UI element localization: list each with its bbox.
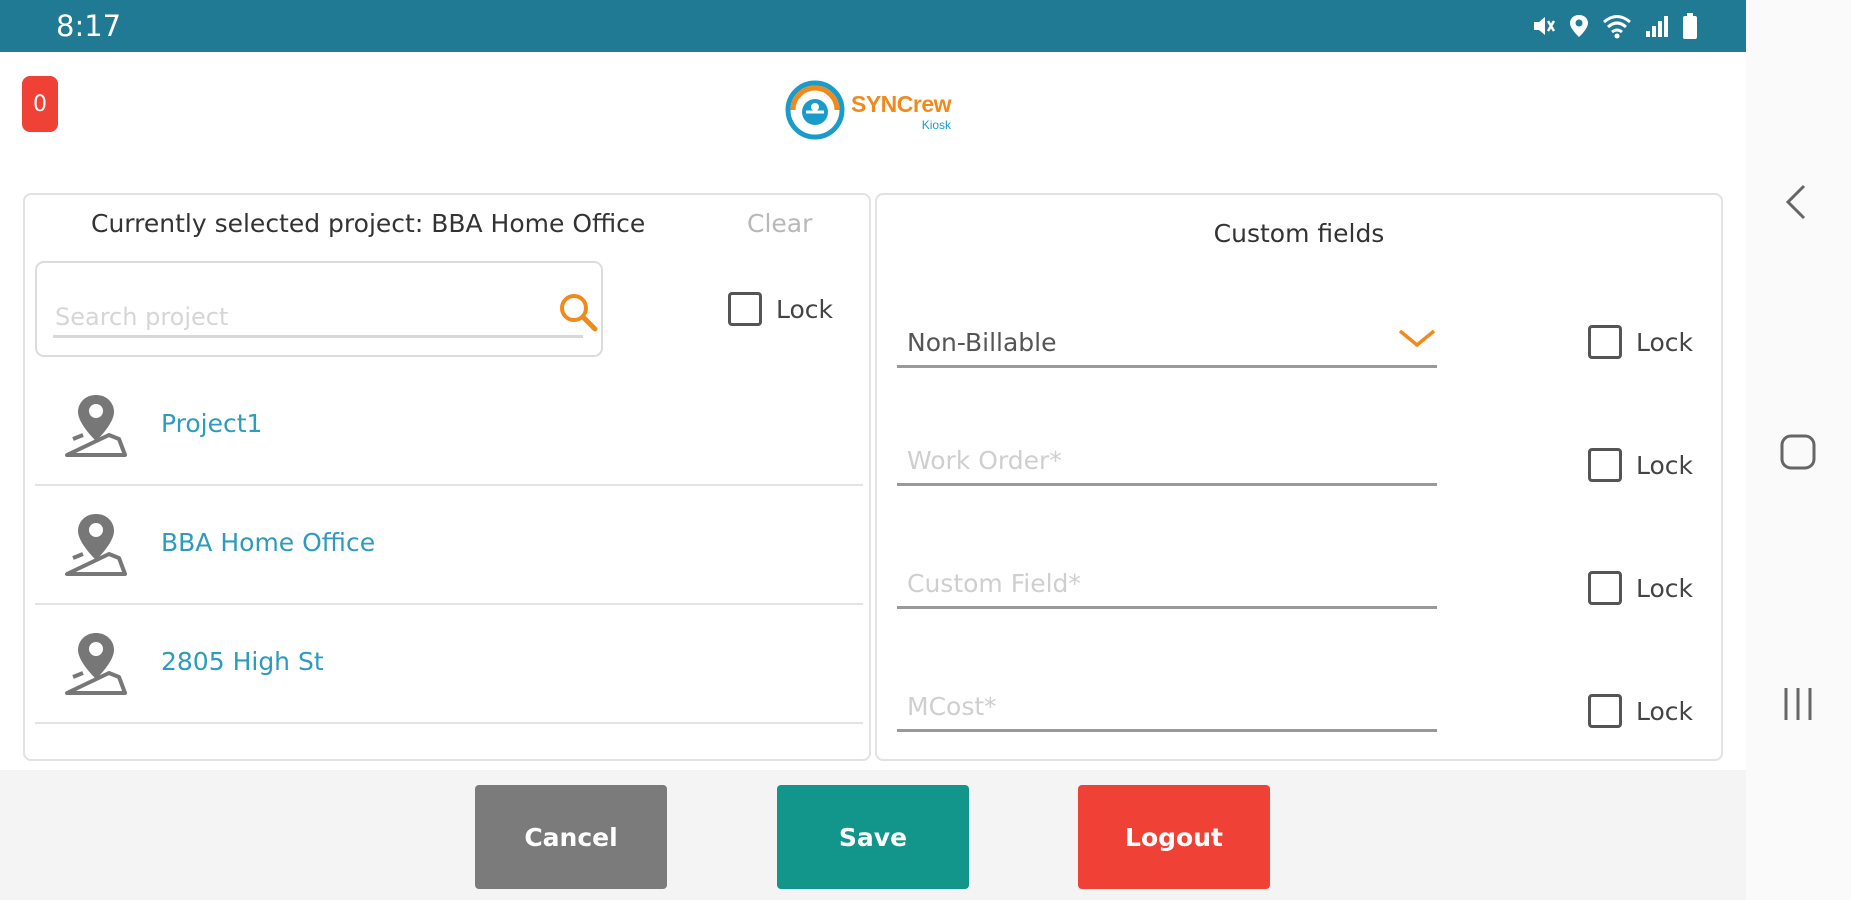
main-content: Currently selected project: BBA Home Off… — [0, 186, 1746, 770]
lock-label: Lock — [1636, 327, 1694, 357]
mcost-field[interactable]: MCost* — [897, 677, 1437, 732]
work-order-field[interactable]: Work Order* — [897, 431, 1437, 486]
project-name: 2805 High St — [161, 647, 324, 676]
cancel-button[interactable]: Cancel — [475, 785, 667, 889]
custom-fields-title: Custom fields — [1213, 219, 1385, 248]
logo-subtitle: Kiosk — [921, 118, 952, 132]
map-pin-icon — [65, 510, 127, 584]
status-time: 8:17 — [56, 9, 122, 43]
custom-field-lock-toggle[interactable]: Lock — [1588, 571, 1693, 605]
lock-label: Lock — [1636, 573, 1694, 603]
syncrew-logo: SYNCrew Kiosk — [785, 80, 952, 144]
custom-field-input[interactable]: Custom Field* — [897, 554, 1437, 609]
clear-button[interactable]: Clear — [747, 209, 812, 238]
work-order-placeholder: Work Order* — [907, 446, 1062, 475]
search-box — [35, 261, 603, 357]
project-lock-toggle[interactable]: Lock — [728, 292, 833, 326]
mcost-lock-toggle[interactable]: Lock — [1588, 694, 1693, 728]
app-header: 0 SYNCrew Kiosk — [0, 52, 1746, 186]
billable-dropdown-value: Non-Billable — [907, 328, 1057, 357]
project-list-item[interactable]: 2805 High St — [35, 605, 863, 724]
status-bar: 8:17 — [0, 0, 1746, 52]
work-order-lock-toggle[interactable]: Lock — [1588, 448, 1693, 482]
lock-label: Lock — [1636, 696, 1694, 726]
billable-lock-toggle[interactable]: Lock — [1588, 325, 1693, 359]
project-name: BBA Home Office — [161, 528, 376, 557]
project-list-item-partial[interactable] — [35, 724, 863, 747]
project-list-item[interactable]: Project1 — [35, 367, 863, 486]
billable-dropdown[interactable]: Non-Billable — [897, 313, 1437, 368]
mcost-placeholder: MCost* — [907, 692, 997, 721]
android-navigation-bar — [1746, 0, 1851, 900]
mcost-lock-checkbox[interactable] — [1588, 694, 1622, 728]
home-icon[interactable] — [1776, 430, 1820, 478]
project-list-item[interactable]: BBA Home Office — [35, 486, 863, 605]
search-underline — [53, 335, 583, 338]
current-project-label: Currently selected project: BBA Home Off… — [91, 209, 646, 238]
mute-icon — [1530, 13, 1556, 39]
back-icon[interactable] — [1776, 180, 1820, 228]
lock-label: Lock — [776, 294, 834, 324]
location-icon — [1568, 13, 1590, 39]
syncrew-logo-icon — [785, 80, 845, 144]
custom-field-placeholder: Custom Field* — [907, 569, 1081, 598]
recents-icon[interactable] — [1776, 682, 1820, 730]
chevron-down-icon[interactable] — [1397, 327, 1437, 353]
custom-field-lock-checkbox[interactable] — [1588, 571, 1622, 605]
map-pin-icon — [65, 391, 127, 465]
custom-fields-panel: Custom fields Non-Billable Lock Work Ord… — [875, 193, 1723, 761]
battery-icon — [1682, 12, 1698, 40]
status-icons — [1530, 12, 1698, 40]
app-screen: 8:17 0 SYNCrew Kiosk Currently selected … — [0, 0, 1746, 900]
billable-lock-checkbox[interactable] — [1588, 325, 1622, 359]
project-name: Project1 — [161, 409, 263, 438]
search-icon[interactable] — [557, 291, 601, 339]
work-order-lock-checkbox[interactable] — [1588, 448, 1622, 482]
search-input[interactable] — [53, 297, 519, 337]
logo-text: SYNCrew Kiosk — [851, 91, 952, 132]
project-panel: Currently selected project: BBA Home Off… — [23, 193, 871, 761]
action-footer: Cancel Save Logout — [0, 770, 1746, 900]
signal-icon — [1644, 13, 1670, 39]
notification-badge[interactable]: 0 — [22, 76, 58, 132]
project-list[interactable]: Project1 BBA Home Office 2805 High St — [35, 367, 863, 747]
logout-button[interactable]: Logout — [1078, 785, 1270, 889]
project-lock-checkbox[interactable] — [728, 292, 762, 326]
logo-name: SYNCrew — [851, 91, 952, 117]
save-button[interactable]: Save — [777, 785, 969, 889]
map-pin-icon — [65, 629, 127, 703]
lock-label: Lock — [1636, 450, 1694, 480]
wifi-icon — [1602, 13, 1632, 39]
